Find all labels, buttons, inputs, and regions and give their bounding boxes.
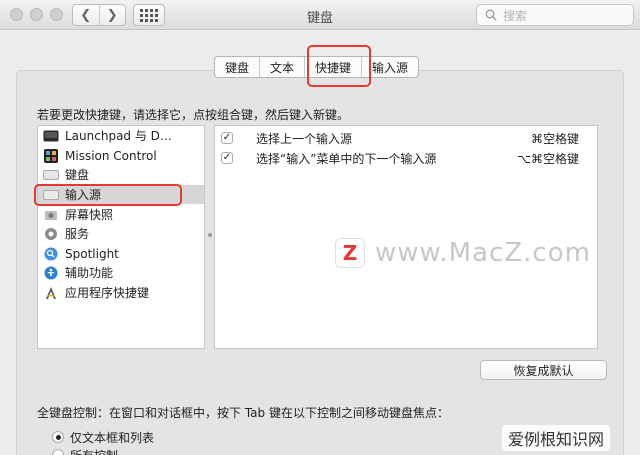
screenshot-icon bbox=[43, 208, 59, 222]
search-placeholder: 搜索 bbox=[503, 8, 528, 23]
category-keyboard[interactable]: 键盘 bbox=[38, 165, 204, 184]
shortcut-row[interactable]: ✓ 选择上一个输入源 ⌘空格键 bbox=[215, 128, 597, 148]
shortcut-category-list[interactable]: Launchpad 与 D… Mission Control 键盘 输入源 屏幕… bbox=[37, 125, 205, 349]
category-label: Mission Control bbox=[65, 148, 157, 163]
tab-text[interactable]: 文本 bbox=[259, 57, 304, 77]
shortcut-enabled-checkbox[interactable]: ✓ bbox=[221, 152, 233, 164]
shortcut-list[interactable]: ✓ 选择上一个输入源 ⌘空格键 ✓ 选择“输入”菜单中的下一个输入源 ⌥⌘空格键 bbox=[214, 125, 598, 349]
shortcut-label: 选择“输入”菜单中的下一个输入源 bbox=[256, 151, 437, 166]
category-label: 服务 bbox=[65, 227, 90, 241]
radio-button[interactable] bbox=[52, 431, 64, 443]
category-launchpad[interactable]: Launchpad 与 D… bbox=[38, 126, 204, 145]
shortcut-row[interactable]: ✓ 选择“输入”菜单中的下一个输入源 ⌥⌘空格键 bbox=[215, 148, 597, 168]
category-app-shortcuts[interactable]: 应用程序快捷键 bbox=[38, 283, 204, 302]
watermark-logo: Z bbox=[335, 238, 365, 268]
keyboard-icon bbox=[43, 168, 59, 182]
spotlight-icon bbox=[43, 247, 59, 261]
category-label: Launchpad 与 D… bbox=[65, 129, 172, 143]
category-mission-control[interactable]: Mission Control bbox=[38, 146, 204, 165]
shortcut-enabled-checkbox[interactable]: ✓ bbox=[221, 132, 233, 144]
watermark-text: www.MacZ.com bbox=[375, 238, 591, 268]
divider-handle-icon bbox=[208, 233, 212, 237]
category-spotlight[interactable]: Spotlight bbox=[38, 244, 204, 263]
shortcut-keys[interactable]: ⌥⌘空格键 bbox=[517, 150, 579, 167]
search-field[interactable]: 搜索 bbox=[476, 4, 634, 26]
accessibility-icon bbox=[43, 266, 59, 280]
instruction-text: 若要更改快捷键，请选择它，点按组合键，然后键入新键。 bbox=[37, 108, 350, 122]
restore-defaults-button[interactable]: 恢复成默认 bbox=[480, 360, 607, 380]
search-icon bbox=[485, 9, 497, 21]
category-accessibility[interactable]: 辅助功能 bbox=[38, 263, 204, 282]
radio-all-controls[interactable]: 所有控制 bbox=[52, 447, 118, 455]
radio-label: 仅文本框和列表 bbox=[70, 430, 155, 445]
category-label: 屏幕快照 bbox=[65, 208, 114, 222]
watermark: Z www.MacZ.com bbox=[335, 238, 591, 268]
app-shortcuts-icon bbox=[43, 286, 59, 300]
mission-control-icon bbox=[43, 148, 59, 163]
corner-watermark: 爱例根知识网 bbox=[502, 425, 611, 451]
category-screenshots[interactable]: 屏幕快照 bbox=[38, 205, 204, 224]
split-view-divider[interactable] bbox=[205, 125, 214, 349]
shortcut-label: 选择上一个输入源 bbox=[256, 131, 353, 146]
tab-keyboard[interactable]: 键盘 bbox=[215, 57, 259, 77]
input-source-highlight-box bbox=[34, 184, 182, 206]
title-bar: ❮ ❯ 键盘 搜索 bbox=[0, 0, 640, 30]
category-label: 应用程序快捷键 bbox=[65, 286, 150, 300]
tab-highlight-box bbox=[307, 45, 371, 87]
category-label: Spotlight bbox=[65, 246, 119, 261]
services-gear-icon bbox=[43, 227, 59, 241]
radio-text-boxes-only[interactable]: 仅文本框和列表 bbox=[52, 429, 154, 445]
radio-button[interactable] bbox=[52, 449, 64, 455]
category-services[interactable]: 服务 bbox=[38, 224, 204, 243]
radio-label: 所有控制 bbox=[70, 447, 118, 455]
shortcut-keys[interactable]: ⌘空格键 bbox=[531, 130, 579, 147]
category-label: 键盘 bbox=[65, 168, 90, 182]
category-label: 辅助功能 bbox=[65, 266, 114, 280]
keyboard-control-label: 全键盘控制：在窗口和对话框中，按下 Tab 键在以下控制之间移动键盘焦点： bbox=[37, 406, 449, 420]
launchpad-icon bbox=[43, 129, 59, 143]
